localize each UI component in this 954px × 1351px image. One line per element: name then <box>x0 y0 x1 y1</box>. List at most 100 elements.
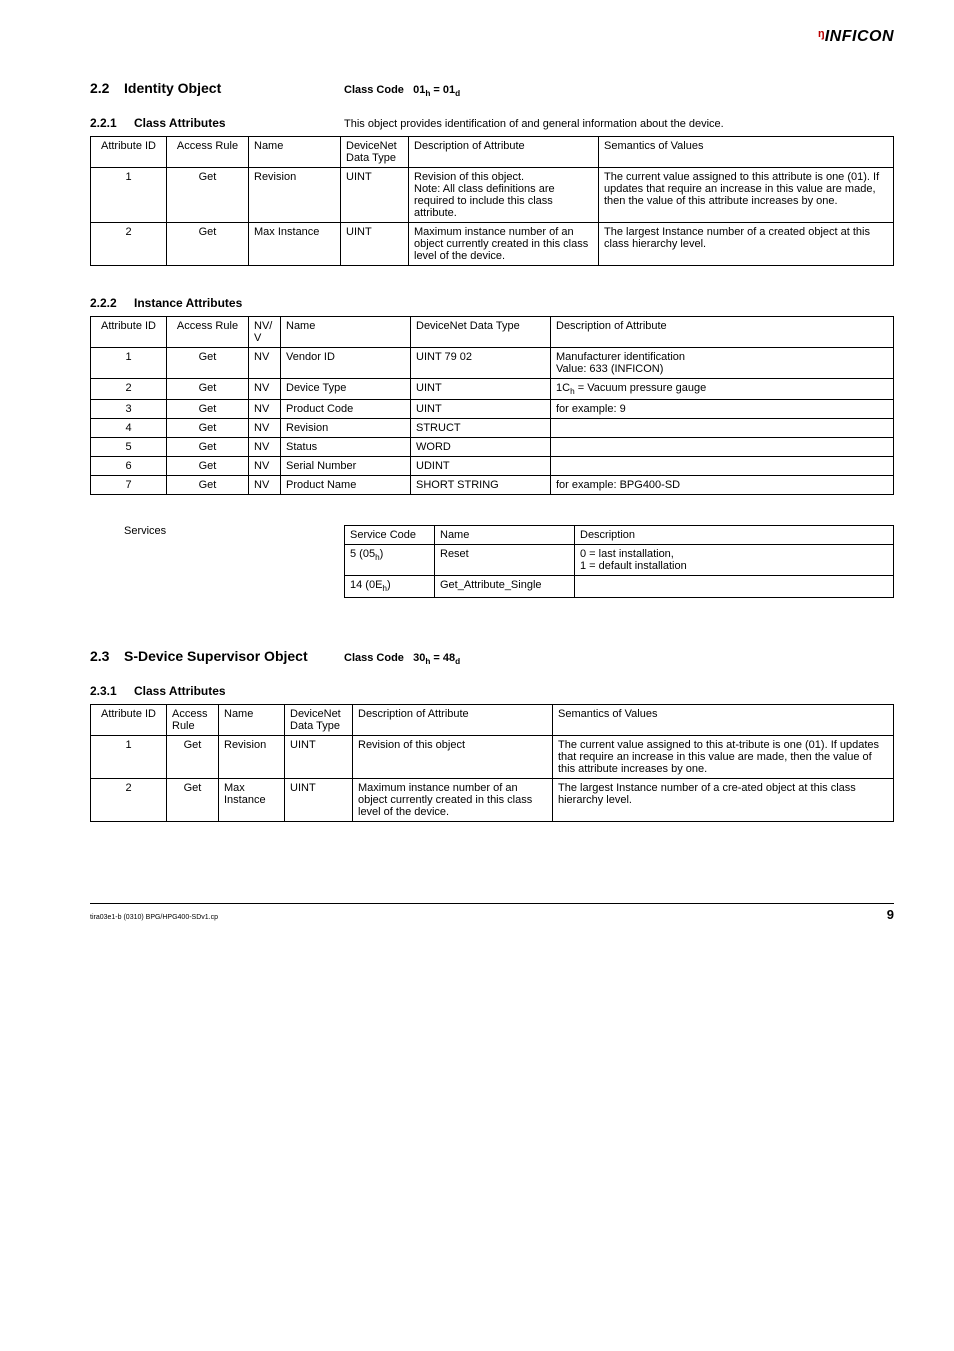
services-block: Services Service Code Name Description 5… <box>90 525 894 597</box>
section-2-2-1-header: 2.2.1 Class Attributes This object provi… <box>90 116 894 130</box>
cell: Maximum instance number of an object cur… <box>409 223 599 266</box>
cell: for example: BPG400-SD <box>551 476 894 495</box>
table-header: DeviceNet Data Type <box>341 137 409 168</box>
cell: SHORT STRING <box>411 476 551 495</box>
cell: UINT <box>411 379 551 400</box>
cell: Get <box>167 379 249 400</box>
table-header: NV/ V <box>249 317 281 348</box>
cell: Get <box>167 419 249 438</box>
cell: Get <box>167 400 249 419</box>
table-row: 5GetNVStatusWORD <box>91 438 894 457</box>
instance-attributes-table-222: Attribute ID Access Rule NV/ V Name Devi… <box>90 316 894 495</box>
cell: NV <box>249 379 281 400</box>
table-header: DeviceNet Data Type <box>285 704 353 735</box>
cell: The current value assigned to this attri… <box>599 168 894 223</box>
cell: Get <box>167 778 219 821</box>
table-row: 5 (05h)Reset0 = last installation, 1 = d… <box>345 545 894 576</box>
table-header: Access Rule <box>167 137 249 168</box>
cell: STRUCT <box>411 419 551 438</box>
cell: 1 <box>91 168 167 223</box>
section-2-2-2-header: 2.2.2 Instance Attributes <box>90 296 894 310</box>
footer-left: tira03e1-b (0310) BPG/HPG400-SDv1.cp <box>90 914 218 921</box>
table-header: Service Code <box>345 526 435 545</box>
cell: UINT <box>341 168 409 223</box>
cell: Revision of this object <box>353 735 553 778</box>
class-attributes-table-231: Attribute ID Access Rule Name DeviceNet … <box>90 704 894 822</box>
cell: Status <box>281 438 411 457</box>
cell: 2 <box>91 223 167 266</box>
table-header: Access Rule <box>167 704 219 735</box>
cell <box>551 438 894 457</box>
table-row: 4GetNVRevisionSTRUCT <box>91 419 894 438</box>
subsection-desc: This object provides identification of a… <box>344 118 724 130</box>
cell: Serial Number <box>281 457 411 476</box>
section-title: S-Device Supervisor Object <box>124 648 344 664</box>
cell: 5 <box>91 438 167 457</box>
cell: WORD <box>411 438 551 457</box>
table-header: Description <box>575 526 894 545</box>
cell: 2 <box>91 379 167 400</box>
cell: UINT <box>411 400 551 419</box>
brand-logo: ᵑINFICON <box>818 28 894 46</box>
cell: Max Instance <box>249 223 341 266</box>
table-header: Name <box>219 704 285 735</box>
class-code: Class Code 30h = 48d <box>344 652 460 666</box>
table-header: Semantics of Values <box>599 137 894 168</box>
table-row: 1GetNVVendor IDUINT 79 02Manufacturer id… <box>91 348 894 379</box>
table-row: 2 Get Max Instance UINT Maximum instance… <box>91 778 894 821</box>
cell: 0 = last installation, 1 = default insta… <box>575 545 894 576</box>
cell: 4 <box>91 419 167 438</box>
subsection-number: 2.3.1 <box>90 684 134 698</box>
section-number: 2.3 <box>90 648 124 664</box>
cell: Get <box>167 223 249 266</box>
cell: Get <box>167 438 249 457</box>
section-number: 2.2 <box>90 80 124 96</box>
cell <box>551 457 894 476</box>
table-row: 2 Get Max Instance UINT Maximum instance… <box>91 223 894 266</box>
cell: Get <box>167 457 249 476</box>
cell: UINT 79 02 <box>411 348 551 379</box>
services-label: Services <box>90 525 344 597</box>
table-header: DeviceNet Data Type <box>411 317 551 348</box>
cell: Manufacturer identification Value: 633 (… <box>551 348 894 379</box>
cell: Product Code <box>281 400 411 419</box>
cell: Max Instance <box>219 778 285 821</box>
table-header: Access Rule <box>167 317 249 348</box>
page-number: 9 <box>887 907 894 922</box>
subsection-number: 2.2.1 <box>90 116 134 130</box>
cell: Get_Attribute_Single <box>435 576 575 597</box>
cell: Reset <box>435 545 575 576</box>
cell: 2 <box>91 778 167 821</box>
cell: UDINT <box>411 457 551 476</box>
cell: NV <box>249 438 281 457</box>
services-table: Service Code Name Description 5 (05h)Res… <box>344 525 894 597</box>
cell: Get <box>167 348 249 379</box>
subsection-title: Class Attributes <box>134 684 344 698</box>
cell: Revision <box>249 168 341 223</box>
cell: 1 <box>91 735 167 778</box>
cell: The largest Instance number of a created… <box>599 223 894 266</box>
section-title: Identity Object <box>124 80 344 96</box>
table-header: Attribute ID <box>91 137 167 168</box>
cell: Get <box>167 168 249 223</box>
cell: UINT <box>285 778 353 821</box>
cell: NV <box>249 419 281 438</box>
cell: NV <box>249 400 281 419</box>
cell: 5 (05h) <box>345 545 435 576</box>
cell: Revision of this object. Note: All class… <box>409 168 599 223</box>
section-2-3-header: 2.3 S-Device Supervisor Object Class Cod… <box>90 648 894 666</box>
cell: UINT <box>341 223 409 266</box>
cell: 14 (0Eh) <box>345 576 435 597</box>
table-row: 7GetNVProduct NameSHORT STRINGfor exampl… <box>91 476 894 495</box>
section-2-3-1-header: 2.3.1 Class Attributes <box>90 684 894 698</box>
page-footer: tira03e1-b (0310) BPG/HPG400-SDv1.cp 9 <box>90 903 894 922</box>
cell: 3 <box>91 400 167 419</box>
table-header: Attribute ID <box>91 704 167 735</box>
cell: 7 <box>91 476 167 495</box>
table-header: Name <box>249 137 341 168</box>
table-row: 1 Get Revision UINT Revision of this obj… <box>91 168 894 223</box>
cell: NV <box>249 457 281 476</box>
cell: NV <box>249 348 281 379</box>
cell: Product Name <box>281 476 411 495</box>
section-2-2-header: 2.2 Identity Object Class Code 01h = 01d <box>90 80 894 98</box>
